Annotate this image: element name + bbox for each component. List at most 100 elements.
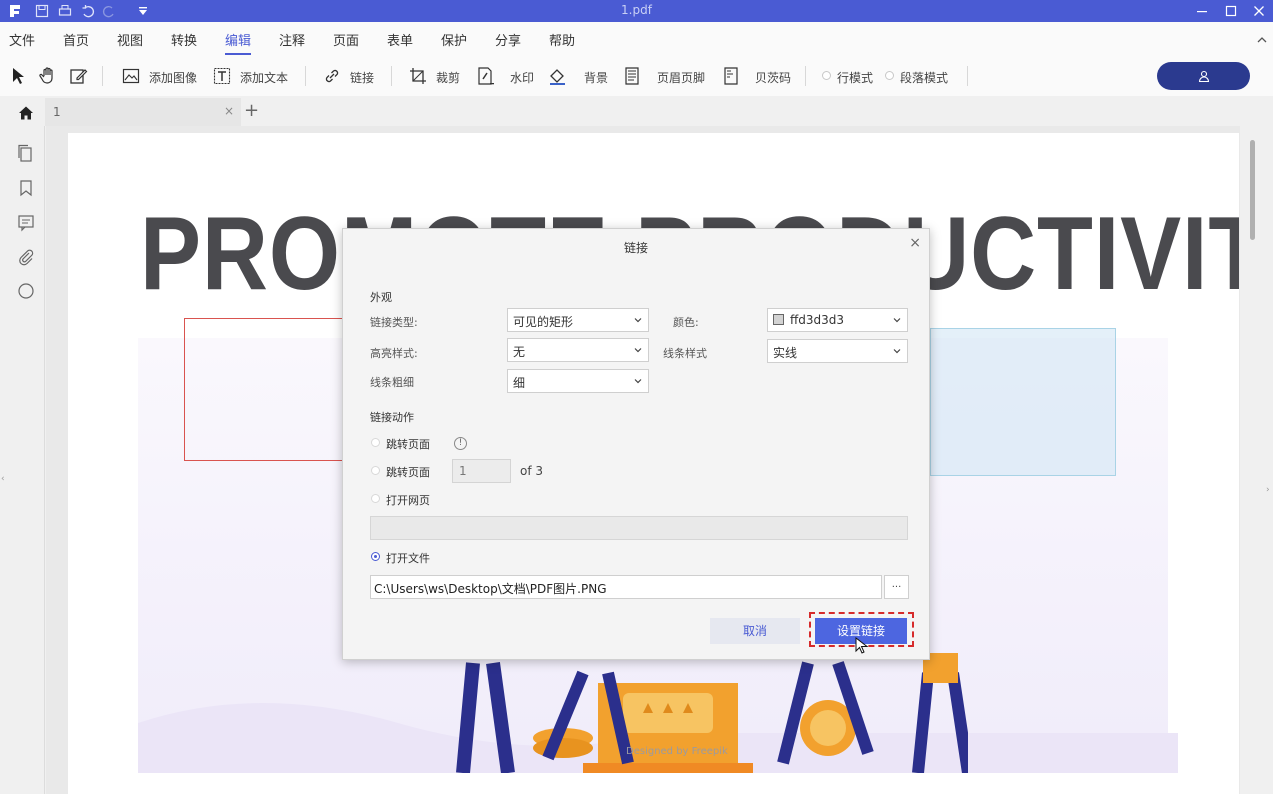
document-tab[interactable]: 1 ×: [45, 98, 241, 126]
home-tab-icon[interactable]: [10, 100, 42, 126]
crop-label[interactable]: 裁剪: [436, 69, 460, 86]
right-gutter: [1240, 126, 1273, 794]
paragraph-mode-label[interactable]: 段落模式: [900, 69, 948, 86]
color-value: ffd3d3d3: [790, 313, 845, 327]
collapse-right-icon[interactable]: ›: [1266, 485, 1270, 495]
select-arrow-icon[interactable]: [7, 65, 29, 87]
menu-page[interactable]: 页面: [333, 30, 359, 49]
search-icon[interactable]: [16, 281, 36, 301]
chevron-down-icon: [634, 348, 642, 353]
menu-bar: 文件 首页 视图 转换 编辑 注释 页面 表单 保护 分享 帮助: [0, 22, 1273, 56]
menu-protect[interactable]: 保护: [441, 30, 467, 49]
toolbar-separator: [305, 66, 306, 86]
tab-bar: 1 × +: [0, 96, 1273, 126]
menu-help[interactable]: 帮助: [549, 30, 575, 49]
line-mode-radio[interactable]: [822, 71, 831, 80]
background-icon[interactable]: [547, 65, 569, 87]
close-window-icon[interactable]: [1245, 0, 1273, 22]
paragraph-mode-radio[interactable]: [885, 71, 894, 80]
background-label[interactable]: 背景: [584, 69, 608, 86]
maximize-icon[interactable]: [1217, 0, 1245, 22]
freepik-credit: Designed by Freepik: [626, 746, 728, 757]
link-label[interactable]: 链接: [350, 69, 374, 86]
watermark-label[interactable]: 水印: [510, 69, 534, 86]
vertical-scrollbar[interactable]: [1250, 140, 1255, 240]
dialog-close-icon[interactable]: ×: [909, 235, 921, 251]
edit-icon[interactable]: [67, 65, 89, 87]
close-tab-icon[interactable]: ×: [224, 104, 234, 118]
collapse-left-icon[interactable]: ‹: [1, 474, 5, 484]
line-style-label: 线条样式: [663, 347, 707, 360]
add-image-label[interactable]: 添加图像: [149, 69, 197, 86]
line-width-value: 细: [513, 376, 526, 390]
appearance-heading: 外观: [370, 291, 392, 304]
highlight-style-value: 无: [513, 345, 526, 359]
header-footer-label[interactable]: 页眉页脚: [657, 69, 705, 86]
bates-number-label[interactable]: 贝茨码: [755, 69, 791, 86]
title-bar: 1.pdf: [0, 0, 1273, 22]
thumbnails-icon[interactable]: [16, 143, 36, 163]
line-style-select[interactable]: 实线: [767, 339, 908, 363]
open-file-radio[interactable]: [371, 552, 380, 561]
color-select[interactable]: ffd3d3d3: [767, 308, 908, 332]
bookmark-icon[interactable]: [16, 178, 36, 198]
page-number-input[interactable]: 1: [452, 459, 511, 483]
link-type-value: 可见的矩形: [513, 315, 574, 329]
attachment-icon[interactable]: [16, 247, 36, 267]
highlight-style-label: 高亮样式:: [370, 347, 418, 360]
file-path-input[interactable]: C:\Users\ws\Desktop\文档\PDF图片.PNG: [370, 575, 882, 599]
open-file-label[interactable]: 打开文件: [386, 550, 430, 566]
line-width-label: 线条粗细: [370, 376, 414, 389]
menu-comment[interactable]: 注释: [279, 30, 305, 49]
highlight-style-select[interactable]: 无: [507, 338, 649, 362]
link-type-select[interactable]: 可见的矩形: [507, 308, 649, 332]
dialog-title: 链接: [623, 241, 648, 255]
goto-page2-radio[interactable]: [371, 466, 380, 475]
toolbar-separator: [391, 66, 392, 86]
watermark-icon[interactable]: [474, 65, 496, 87]
chevron-down-icon: [634, 379, 642, 384]
link-dialog: 链接 × 外观 链接类型: 可见的矩形 颜色: ffd3d3d3 高亮样式: 无…: [342, 228, 930, 660]
image-selection-box[interactable]: [930, 328, 1116, 476]
open-web-radio[interactable]: [371, 494, 380, 503]
link-rectangle[interactable]: [184, 318, 344, 461]
new-tab-button[interactable]: +: [244, 100, 259, 121]
minimize-icon[interactable]: [1188, 0, 1216, 22]
menu-convert[interactable]: 转换: [171, 30, 197, 49]
line-mode-label[interactable]: 行模式: [837, 69, 873, 86]
cancel-button[interactable]: 取消: [710, 618, 800, 644]
window-title: 1.pdf: [621, 3, 652, 17]
link-type-label: 链接类型:: [370, 316, 418, 329]
open-web-label[interactable]: 打开网页: [386, 492, 430, 508]
menu-view[interactable]: 视图: [117, 30, 143, 49]
user-account-button[interactable]: [1157, 62, 1250, 90]
menu-file[interactable]: 文件: [9, 30, 35, 49]
goto-page2-label[interactable]: 跳转页面: [386, 464, 430, 480]
line-width-select[interactable]: 细: [507, 369, 649, 393]
comments-icon[interactable]: [16, 213, 36, 233]
add-image-icon[interactable]: [120, 65, 142, 87]
add-text-label[interactable]: 添加文本: [240, 69, 288, 86]
goto-page-radio[interactable]: [371, 438, 380, 447]
chevron-down-icon: [893, 349, 901, 354]
menu-edit[interactable]: 编辑: [225, 30, 252, 55]
add-text-icon[interactable]: [211, 65, 233, 87]
browse-button[interactable]: ...: [884, 575, 909, 599]
menu-share[interactable]: 分享: [495, 30, 521, 49]
link-icon[interactable]: [321, 65, 343, 87]
header-footer-icon[interactable]: [621, 65, 643, 87]
bates-number-icon[interactable]: [720, 65, 742, 87]
menu-home[interactable]: 首页: [63, 30, 89, 49]
crop-icon[interactable]: [407, 65, 429, 87]
menu-form[interactable]: 表单: [387, 30, 413, 49]
collapse-ribbon-icon[interactable]: [1257, 34, 1267, 47]
chevron-down-icon: [893, 318, 901, 323]
hand-tool-icon[interactable]: [37, 65, 59, 87]
toolbar-separator: [102, 66, 103, 86]
left-sidebar: ‹ ›: [0, 126, 52, 794]
url-input[interactable]: [370, 516, 908, 540]
info-icon: !: [454, 437, 467, 450]
link-action-heading: 链接动作: [370, 411, 414, 424]
toolbar-separator: [967, 66, 968, 86]
goto-page-label[interactable]: 跳转页面: [386, 436, 430, 452]
